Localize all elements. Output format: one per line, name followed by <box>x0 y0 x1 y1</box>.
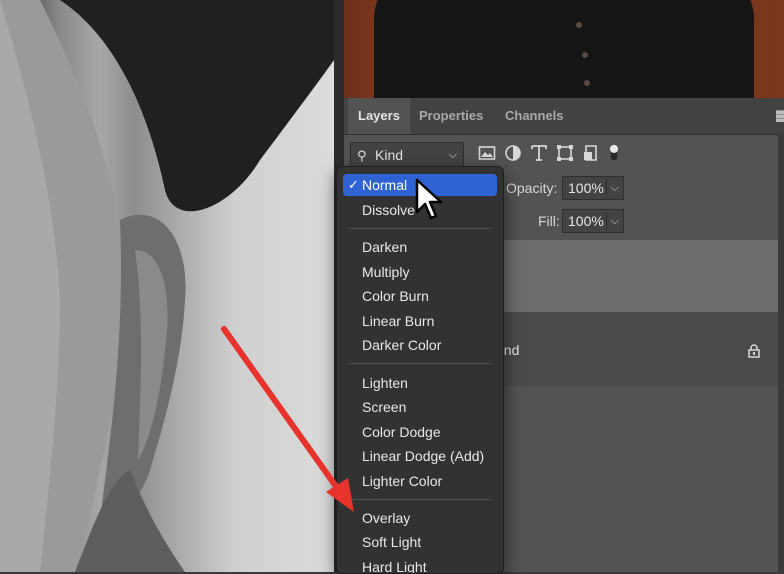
opacity-value: 100% <box>568 180 604 196</box>
panel-scrollbar[interactable] <box>778 134 784 572</box>
shirt-button <box>576 22 582 28</box>
filter-toggle-icon[interactable] <box>608 144 620 162</box>
menu-separator <box>349 499 491 500</box>
image-filter-icon[interactable] <box>478 144 496 162</box>
chevron-down-icon[interactable]: ⌵ <box>611 177 619 199</box>
filter-kind-label: Kind <box>375 147 404 163</box>
tab-layers[interactable]: Layers <box>348 98 410 134</box>
blend-mode-linear-burn[interactable]: Linear Burn <box>343 310 497 332</box>
blend-mode-color-burn[interactable]: Color Burn <box>343 285 497 307</box>
blend-mode-darker-color[interactable]: Darker Color <box>343 334 497 356</box>
mouse-pointer-icon <box>415 178 443 220</box>
shape-filter-icon[interactable] <box>556 144 574 162</box>
blend-mode-overlay[interactable]: Overlay <box>343 507 497 529</box>
blend-mode-lighter-color[interactable]: Lighter Color <box>343 470 497 492</box>
check-icon: ✓ <box>348 177 359 192</box>
blend-mode-darken[interactable]: Darken <box>343 236 497 258</box>
canvas-photo <box>0 0 334 572</box>
shirt-shape <box>374 0 754 98</box>
opacity-field[interactable]: 100% ⌵ <box>562 176 624 200</box>
fill-field[interactable]: 100% ⌵ <box>562 209 624 233</box>
fill-value: 100% <box>568 213 604 229</box>
search-icon: ⚲ <box>357 148 367 163</box>
blend-mode-linear-dodge[interactable]: Linear Dodge (Add) <box>343 445 497 467</box>
shirt-button <box>584 80 590 86</box>
shirt-button <box>582 52 588 58</box>
menu-separator <box>349 228 491 229</box>
fill-label: Fill: <box>538 213 560 229</box>
blend-mode-multiply[interactable]: Multiply <box>343 261 497 283</box>
blend-mode-hard-light[interactable]: Hard Light <box>343 556 497 573</box>
chevron-down-icon: ⌵ <box>448 149 457 161</box>
chevron-down-icon[interactable]: ⌵ <box>611 210 619 232</box>
portrait-image <box>0 0 334 572</box>
tab-channels[interactable]: Channels <box>505 98 564 134</box>
blend-mode-screen[interactable]: Screen <box>343 396 497 418</box>
menu-separator <box>349 363 491 364</box>
blend-mode-soft-light[interactable]: Soft Light <box>343 531 497 553</box>
video-preview <box>344 0 784 98</box>
opacity-label: Opacity: <box>506 180 558 196</box>
blend-mode-menu: ✓ Normal Dissolve Darken Multiply Color … <box>336 166 504 574</box>
lock-icon[interactable] <box>748 344 760 358</box>
filter-kind-select[interactable]: ⚲ Kind ⌵ <box>350 142 464 168</box>
type-filter-icon[interactable] <box>530 144 548 162</box>
adjustment-filter-icon[interactable] <box>504 144 522 162</box>
tab-properties[interactable]: Properties <box>419 98 483 134</box>
blend-mode-color-dodge[interactable]: Color Dodge <box>343 421 497 443</box>
panel-tabs: Layers Properties Channels ▬ ▬ ▬ <box>344 98 784 135</box>
blend-mode-lighten[interactable]: Lighten <box>343 372 497 394</box>
smart-object-filter-icon[interactable] <box>582 144 600 162</box>
panel-menu-icon[interactable]: ▬ ▬ ▬ <box>776 104 784 124</box>
